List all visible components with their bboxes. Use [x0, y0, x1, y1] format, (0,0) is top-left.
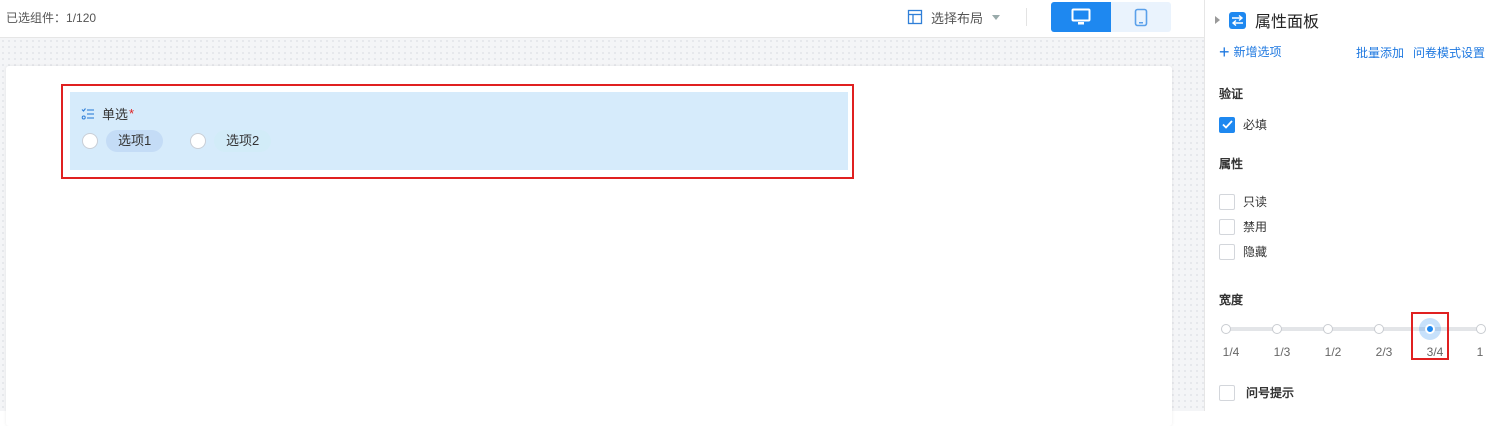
slider-stop-2-3[interactable] — [1374, 324, 1384, 334]
chevron-down-icon — [992, 14, 1001, 20]
disabled-label: 禁用 — [1243, 220, 1268, 234]
collapse-caret-icon[interactable] — [1215, 16, 1220, 24]
validation-title: 验证 — [1219, 87, 1244, 101]
readonly-checkbox[interactable] — [1219, 193, 1235, 210]
add-option-label: 新增选项 — [1233, 45, 1282, 59]
mobile-view-button[interactable] — [1111, 2, 1171, 32]
readonly-checkbox-row[interactable]: 只读 — [1219, 193, 1267, 210]
readonly-label: 只读 — [1243, 195, 1268, 209]
editor-toolbar: 已选组件：1/120 选择布局 — [0, 0, 1204, 38]
batch-add-link[interactable]: 批量添加 — [1356, 44, 1404, 61]
selected-count-value: 1/120 — [66, 11, 97, 25]
attributes-title: 属性 — [1219, 157, 1244, 171]
swap-icon — [1229, 11, 1246, 29]
add-option-button[interactable]: + 新增选项 — [1219, 41, 1282, 62]
toolbar-divider — [1026, 8, 1027, 26]
required-checkbox-row[interactable]: 必填 — [1219, 116, 1267, 133]
width-mark-label: 1/2 — [1324, 345, 1342, 359]
selected-components-count: 已选组件：1/120 — [6, 9, 96, 26]
editor-area: 已选组件：1/120 选择布局 单选 * 选项1 选项2 — [0, 0, 1204, 426]
panel-title: 属性面板 — [1255, 14, 1320, 31]
slider-stop-1-3[interactable] — [1272, 324, 1282, 334]
layout-icon — [907, 9, 923, 25]
hidden-label: 隐藏 — [1243, 245, 1268, 259]
disabled-checkbox-row[interactable]: 禁用 — [1219, 218, 1267, 235]
panel-header[interactable]: 属性面板 — [1215, 8, 1319, 32]
desktop-icon — [1071, 8, 1091, 25]
layout-select-label: 选择布局 — [931, 10, 984, 26]
layout-select[interactable]: 选择布局 — [907, 7, 1001, 27]
plus-icon: + — [1219, 41, 1230, 62]
question-hint-label: 问号提示 — [1246, 386, 1295, 400]
desktop-view-button[interactable] — [1051, 2, 1111, 32]
slider-stop-1-4[interactable] — [1221, 324, 1231, 334]
required-checkbox[interactable] — [1219, 116, 1235, 133]
width-mark-label: 1 — [1476, 345, 1484, 359]
device-toggle — [1051, 2, 1171, 32]
width-mark-label: 1/4 — [1222, 345, 1240, 359]
slider-stop-1-2[interactable] — [1323, 324, 1333, 334]
selected-field-highlight — [61, 84, 854, 179]
slider-stop-1[interactable] — [1476, 324, 1486, 334]
hidden-checkbox[interactable] — [1219, 243, 1235, 260]
survey-mode-settings-link[interactable]: 问卷模式设置 — [1413, 44, 1485, 61]
hidden-checkbox-row[interactable]: 隐藏 — [1219, 243, 1267, 260]
disabled-checkbox[interactable] — [1219, 218, 1235, 235]
required-label: 必填 — [1243, 118, 1268, 132]
width-mark-label: 1/3 — [1273, 345, 1291, 359]
mobile-icon — [1134, 8, 1148, 26]
selected-label: 已选组件： — [6, 11, 67, 25]
width-mark-label: 2/3 — [1375, 345, 1393, 359]
check-icon — [1221, 120, 1233, 129]
width-title: 宽度 — [1219, 293, 1244, 307]
question-hint-checkbox[interactable] — [1219, 384, 1235, 401]
width-selection-highlight — [1411, 312, 1449, 360]
question-hint-checkbox-row[interactable]: 问号提示 — [1219, 384, 1294, 401]
